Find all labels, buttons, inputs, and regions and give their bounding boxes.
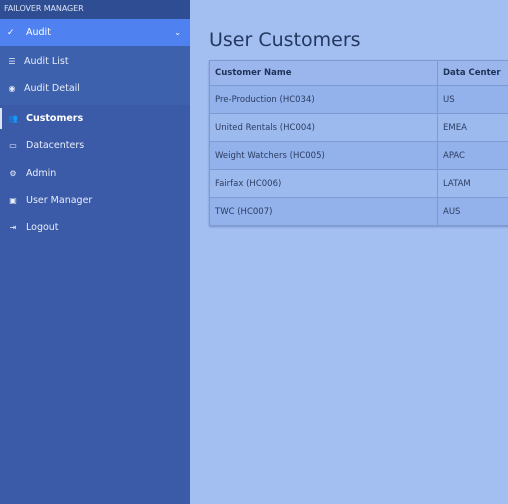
sidebar-item-admin[interactable]: ⚙ Admin xyxy=(0,160,190,187)
table-header-row: Customer Name Data Center xyxy=(209,60,508,86)
table-row[interactable]: Pre-Production (HC034) US xyxy=(209,85,508,114)
sidebar-section-audit[interactable]: ✓ Audit ⌄ xyxy=(0,19,190,46)
sidebar-item-user-manager[interactable]: ▣ User Manager xyxy=(0,187,190,214)
data-center-cell: APAC xyxy=(437,141,508,170)
sidebar-item-label: Audit Detail xyxy=(24,83,80,94)
list-icon: ☰ xyxy=(8,57,16,66)
column-header-customer-name[interactable]: Customer Name xyxy=(209,60,438,86)
data-center-cell: EMEA xyxy=(437,113,508,142)
sidebar-section-label: Audit xyxy=(26,27,51,38)
sidebar-item-label: User Manager xyxy=(26,195,93,207)
customer-name-cell: TWC (HC007) xyxy=(209,197,438,226)
data-center-cell: LATAM xyxy=(437,169,508,198)
table-row[interactable]: TWC (HC007) AUS xyxy=(209,197,508,226)
logout-icon: ⇥ xyxy=(9,223,17,233)
sidebar-item-datacenters[interactable]: ▭ Datacenters xyxy=(0,132,190,159)
check-icon: ✓ xyxy=(7,27,15,38)
laptop-icon: ▭ xyxy=(9,141,17,151)
sidebar-item-logout[interactable]: ⇥ Logout xyxy=(0,214,190,241)
table-row[interactable]: Fairfax (HC006) LATAM xyxy=(209,169,508,198)
column-header-data-center[interactable]: Data Center xyxy=(437,60,508,86)
customer-name-cell: Pre-Production (HC034) xyxy=(209,85,438,114)
audit-submenu: ☰ Audit List ◉ Audit Detail xyxy=(0,46,190,105)
table-row[interactable]: Weight Watchers (HC005) APAC xyxy=(209,141,508,170)
sidebar-item-audit-detail[interactable]: ◉ Audit Detail xyxy=(0,75,190,102)
sidebar-item-label: Datacenters xyxy=(26,140,85,152)
customer-name-cell: United Rentals (HC004) xyxy=(209,113,438,142)
sidebar-item-label: Logout xyxy=(26,222,59,234)
sidebar-item-label: Audit List xyxy=(24,56,69,67)
page-title: User Customers xyxy=(209,29,361,51)
customer-name-cell: Weight Watchers (HC005) xyxy=(209,141,438,170)
data-center-cell: AUS xyxy=(437,197,508,226)
gear-icon: ⚙ xyxy=(9,168,17,178)
sidebar-item-label: Admin xyxy=(26,167,57,179)
sidebar-item-label: Customers xyxy=(26,113,84,125)
sidebar-item-audit-list[interactable]: ☰ Audit List xyxy=(0,48,190,75)
sidebar: FAILOVER MANAGER ✓ Audit ⌄ ☰ Audit List … xyxy=(0,0,190,504)
data-center-cell: US xyxy=(437,85,508,114)
app-brand: FAILOVER MANAGER xyxy=(0,0,190,19)
sidebar-item-customers[interactable]: 👥 Customers xyxy=(0,105,190,132)
customers-table: Customer Name Data Center Pre-Production… xyxy=(209,60,508,226)
customer-name-cell: Fairfax (HC006) xyxy=(209,169,438,198)
main-content: User Customers Customer Name Data Center… xyxy=(190,0,508,504)
user-card-icon: ▣ xyxy=(9,196,17,206)
table-row[interactable]: United Rentals (HC004) EMEA xyxy=(209,113,508,142)
users-icon: 👥 xyxy=(8,114,18,124)
chevron-down-icon: ⌄ xyxy=(174,28,181,37)
eye-icon: ◉ xyxy=(8,84,16,93)
